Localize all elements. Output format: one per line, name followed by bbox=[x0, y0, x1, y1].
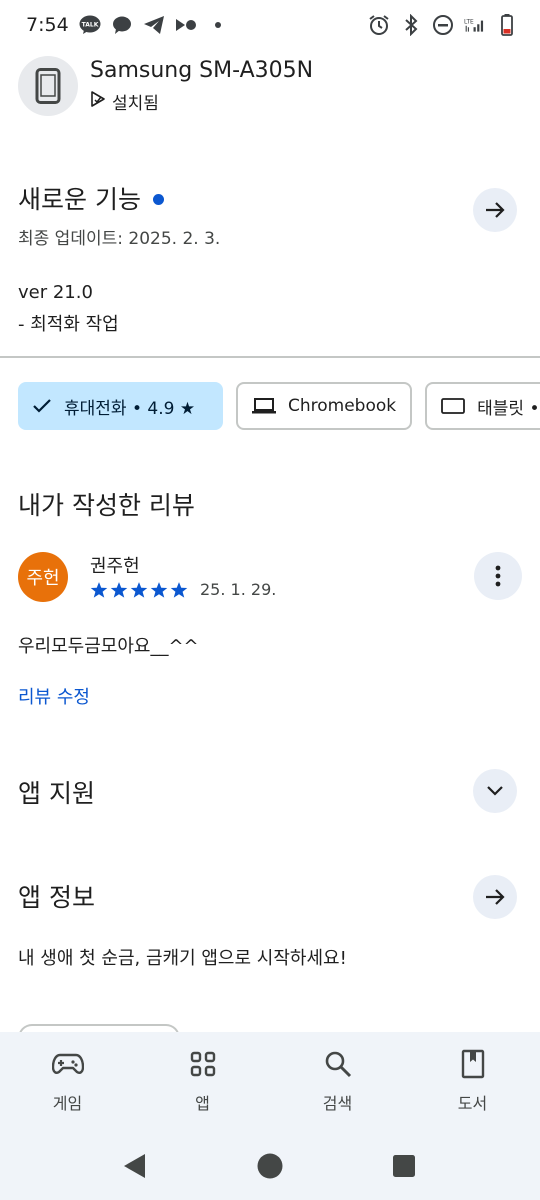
nav-books[interactable]: 도서 bbox=[405, 1032, 540, 1132]
chevron-down-icon bbox=[487, 786, 503, 796]
chip-chromebook-label: Chromebook bbox=[288, 396, 397, 416]
chat-bubble-icon bbox=[111, 14, 133, 36]
battery-low-icon bbox=[496, 14, 518, 36]
reviewer-name: 권주헌 bbox=[90, 556, 140, 577]
phone-icon bbox=[18, 56, 78, 116]
device-name: Samsung SM-A305N bbox=[90, 58, 314, 83]
new-indicator-dot bbox=[152, 193, 164, 205]
nav-books-label: 도서 bbox=[457, 1094, 488, 1113]
alarm-icon bbox=[368, 14, 390, 36]
whats-new-title: 새로운 기능 bbox=[18, 185, 141, 214]
app-info-description: 내 생애 첫 순금, 금캐기 앱으로 시작하세요! bbox=[18, 948, 347, 969]
nav-search[interactable]: 검색 bbox=[270, 1032, 405, 1132]
nav-apps[interactable]: 앱 bbox=[135, 1032, 270, 1132]
release-notes: - 최적화 작업 bbox=[18, 314, 119, 335]
more-vert-icon bbox=[495, 565, 501, 587]
arrow-right-icon bbox=[486, 889, 505, 905]
nav-games-label: 게임 bbox=[52, 1094, 83, 1113]
version-text: ver 21.0 bbox=[18, 282, 93, 303]
search-icon bbox=[322, 1048, 354, 1080]
app-support-title: 앱 지원 bbox=[18, 779, 95, 808]
install-status: 설치됨 bbox=[90, 89, 313, 114]
app-support-expand-button[interactable] bbox=[473, 769, 517, 813]
system-icons: LTE bbox=[368, 14, 518, 36]
chip-phone-label: 휴대전화 • 4.9 ★ bbox=[64, 398, 196, 419]
star-icon bbox=[150, 581, 168, 598]
telegram-icon bbox=[143, 14, 165, 36]
dot-icon bbox=[207, 14, 229, 36]
kakaotalk-icon: TALK bbox=[79, 14, 101, 36]
notification-icons: TALK bbox=[79, 14, 229, 36]
status-bar: 7:54 TALK LTE bbox=[0, 0, 540, 50]
star-icon bbox=[110, 581, 128, 598]
app-info-title: 앱 정보 bbox=[18, 883, 95, 912]
device-header: Samsung SM-A305N 설치됨 bbox=[18, 56, 313, 116]
installed-icon bbox=[90, 91, 106, 112]
chip-chromebook[interactable]: Chromebook bbox=[236, 382, 413, 430]
laptop-icon bbox=[252, 397, 276, 415]
chip-tablet[interactable]: 태블릿 • bbox=[425, 382, 540, 430]
back-triangle-icon bbox=[124, 1154, 145, 1178]
more-options-button[interactable] bbox=[474, 552, 522, 600]
whats-new-section: 새로운 기능 최종 업데이트: 2025. 2. 3. ver 21.0 - 최… bbox=[18, 180, 522, 341]
check-icon bbox=[32, 398, 52, 414]
recents-button[interactable] bbox=[388, 1150, 420, 1182]
my-review-title: 내가 작성한 리뷰 bbox=[18, 491, 195, 520]
section-divider bbox=[0, 356, 540, 358]
chip-tablet-label: 태블릿 • bbox=[477, 398, 540, 419]
tablet-icon bbox=[441, 397, 466, 415]
star-icon bbox=[170, 581, 188, 598]
arrow-right-icon bbox=[486, 202, 505, 218]
gamepad-icon bbox=[51, 1048, 84, 1080]
do-not-disturb-icon bbox=[432, 14, 454, 36]
avatar: 주헌 bbox=[18, 552, 68, 602]
svg-text:LTE: LTE bbox=[464, 20, 474, 26]
star-icon bbox=[90, 581, 108, 598]
whats-new-arrow-button[interactable] bbox=[473, 188, 517, 232]
review-text: 우리모두금모아요__^^ bbox=[18, 636, 199, 657]
home-circle-icon bbox=[257, 1153, 283, 1179]
bluetooth-icon bbox=[400, 14, 422, 36]
star-rating bbox=[90, 581, 188, 599]
nav-games[interactable]: 게임 bbox=[0, 1032, 135, 1132]
nav-search-label: 검색 bbox=[322, 1094, 353, 1113]
install-status-label: 설치됨 bbox=[112, 94, 159, 114]
review-header: 주헌 권주헌 25. 1. 29. bbox=[18, 552, 522, 604]
edit-review-link[interactable]: 리뷰 수정 bbox=[18, 683, 90, 709]
nav-apps-label: 앱 bbox=[195, 1094, 210, 1113]
apps-grid-icon bbox=[187, 1048, 219, 1080]
home-button[interactable] bbox=[254, 1150, 286, 1182]
recents-square-icon bbox=[393, 1155, 415, 1177]
status-time: 7:54 bbox=[26, 14, 69, 36]
back-button[interactable] bbox=[118, 1150, 150, 1182]
lte-signal-icon: LTE bbox=[464, 14, 486, 36]
device-filter-chips: 휴대전화 • 4.9 ★ Chromebook 태블릿 • bbox=[18, 382, 540, 430]
svg-text:TALK: TALK bbox=[81, 22, 98, 29]
star-icon bbox=[130, 581, 148, 598]
bottom-navigation: 게임 앱 검색 도서 bbox=[0, 1032, 540, 1132]
app-info-arrow-button[interactable] bbox=[473, 875, 517, 919]
last-updated: 최종 업데이트: 2025. 2. 3. bbox=[18, 229, 221, 249]
media-dots-icon bbox=[175, 14, 197, 36]
review-date: 25. 1. 29. bbox=[200, 580, 277, 599]
book-icon bbox=[457, 1048, 489, 1080]
chip-phone[interactable]: 휴대전화 • 4.9 ★ bbox=[18, 382, 223, 430]
system-navigation-bar bbox=[0, 1132, 540, 1200]
